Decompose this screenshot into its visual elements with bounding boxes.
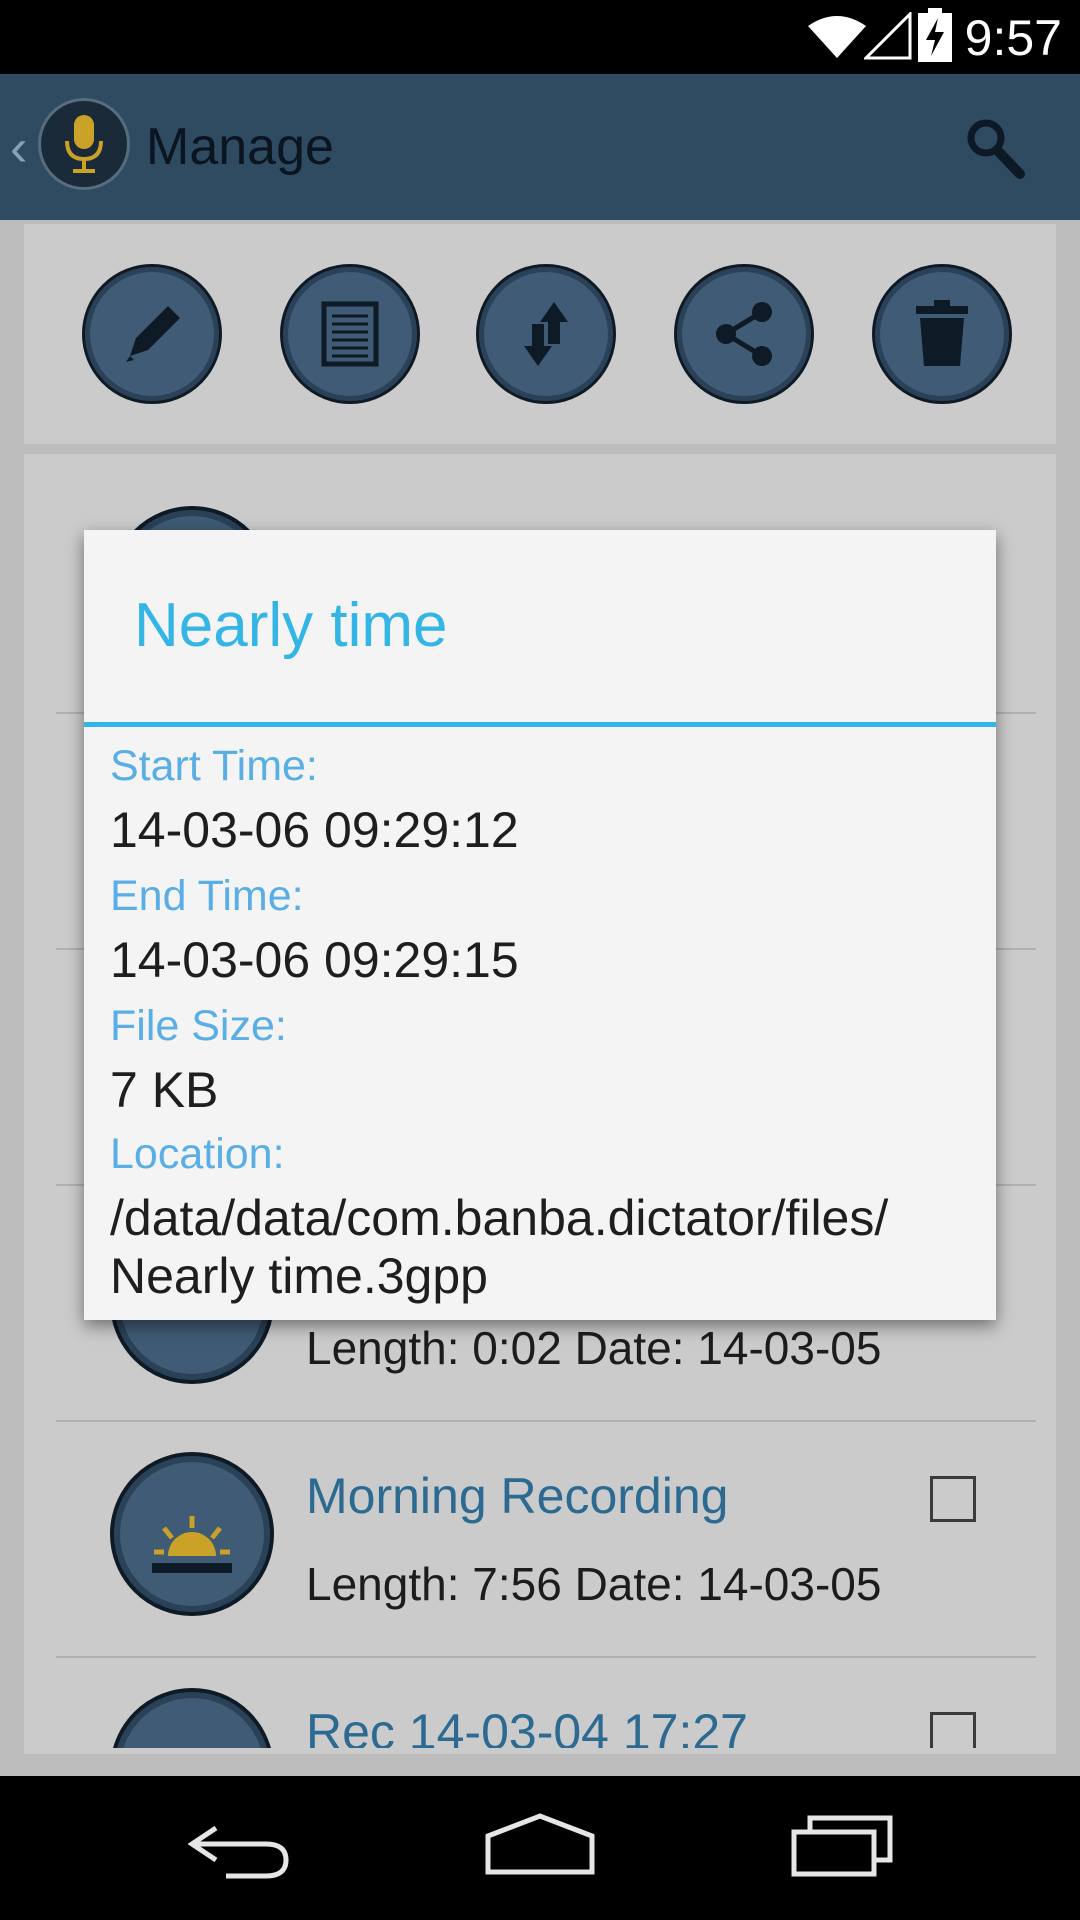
start-time-value: 14-03-06 09:29:12 xyxy=(110,802,519,858)
action-bar: ‹ Manage xyxy=(0,74,1080,220)
details-dialog: Nearly time Start Time: 14-03-06 09:29:1… xyxy=(84,530,996,1320)
notes-icon xyxy=(321,301,379,367)
location-value-line1: /data/data/com.banba.dictator/files/ xyxy=(110,1190,889,1246)
page-title: Manage xyxy=(146,118,334,176)
list-item[interactable]: Morning Recording Length: 7:56 Date: 14-… xyxy=(24,1422,1056,1658)
dialog-title: Nearly time xyxy=(134,591,448,660)
trash-icon xyxy=(916,300,968,366)
list-item-checkbox[interactable] xyxy=(930,1712,976,1748)
location-label: Location: xyxy=(110,1130,285,1178)
wifi-icon xyxy=(808,16,866,58)
file-size-label: File Size: xyxy=(110,1002,287,1050)
app-logo[interactable] xyxy=(38,98,130,190)
back-icon[interactable] xyxy=(186,1816,292,1882)
notes-button[interactable] xyxy=(280,264,420,404)
file-size-value: 7 KB xyxy=(110,1062,219,1118)
clock: 9:57 xyxy=(964,10,1062,66)
start-time-label: Start Time: xyxy=(110,742,318,790)
search-button[interactable] xyxy=(962,114,1028,182)
cell-signal-icon xyxy=(864,12,912,60)
recent-apps-icon[interactable] xyxy=(790,1812,896,1878)
list-item-title: Rec 14-03-04 17:27 xyxy=(306,1704,748,1748)
list-item[interactable]: Rec 14-03-04 17:27 xyxy=(24,1660,1056,1748)
share-button[interactable] xyxy=(674,264,814,404)
list-item-checkbox[interactable] xyxy=(930,1476,976,1522)
share-icon xyxy=(716,302,772,366)
location-value-line2: Nearly time.3gpp xyxy=(110,1248,488,1304)
edit-icon xyxy=(126,306,180,362)
home-icon[interactable] xyxy=(484,1812,596,1878)
sort-icon xyxy=(524,302,568,366)
list-item-meta: Length: 7:56 Date: 14-03-05 xyxy=(306,1558,882,1610)
sunrise-icon xyxy=(110,1452,274,1616)
edit-button[interactable] xyxy=(82,264,222,404)
delete-button[interactable] xyxy=(872,264,1012,404)
microphone-icon xyxy=(65,115,103,173)
up-chevron-icon[interactable]: ‹ xyxy=(10,118,27,178)
end-time-value: 14-03-06 09:29:15 xyxy=(110,932,519,988)
list-item-meta: Length: 0:02 Date: 14-03-05 xyxy=(306,1322,882,1374)
battery-charging-icon xyxy=(918,8,952,62)
dialog-title-divider xyxy=(84,722,996,727)
sort-button[interactable] xyxy=(476,264,616,404)
search-icon xyxy=(967,119,1025,179)
list-item-title: Morning Recording xyxy=(306,1468,729,1524)
navigation-bar xyxy=(0,1776,1080,1920)
divider xyxy=(56,1656,1036,1658)
status-bar: 9:57 xyxy=(0,0,1080,74)
end-time-label: End Time: xyxy=(110,872,304,920)
recording-icon xyxy=(110,1688,274,1748)
